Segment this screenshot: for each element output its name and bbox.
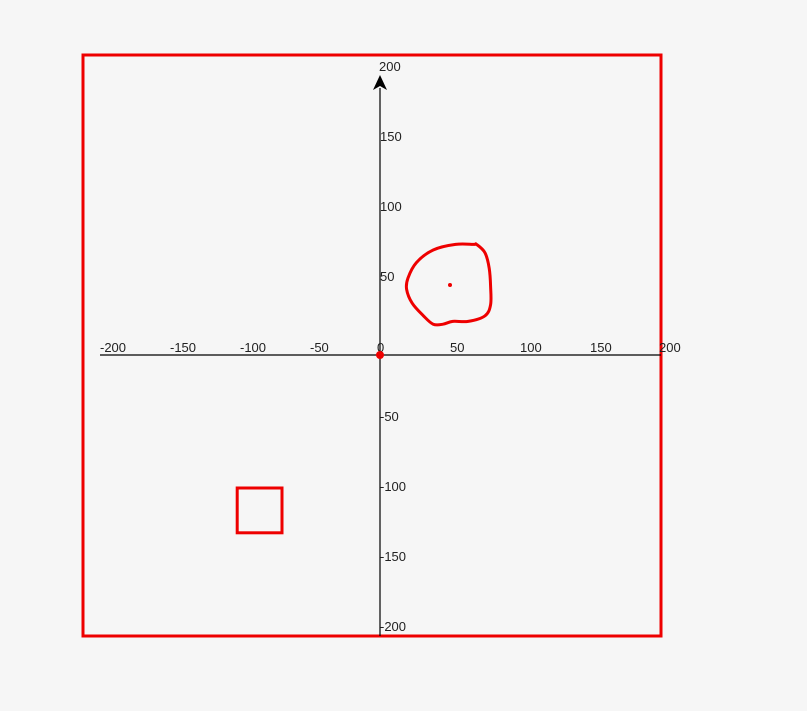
x-tick-label: -100 [240,340,266,355]
y-tick-label: -150 [380,549,406,564]
coordinate-canvas: -200 -150 -100 -50 0 50 100 150 200 200 … [81,53,681,638]
x-tick-label: 50 [450,340,464,355]
y-tick-label: -50 [380,409,399,424]
y-tick-label: -200 [380,619,406,634]
y-tick-label: 200 [379,59,401,74]
y-tick-label: 150 [380,129,402,144]
x-tick-label: -200 [100,340,126,355]
curve-center-point[interactable] [448,283,452,287]
square-shape[interactable] [235,486,284,535]
x-tick-label: 150 [590,340,612,355]
x-tick-label: -150 [170,340,196,355]
x-tick-label: -50 [310,340,329,355]
y-tick-label: 50 [380,269,394,284]
y-tick-label: 100 [380,199,402,214]
x-axis-tick-labels: -200 -150 -100 -50 0 50 100 150 200 [100,340,681,355]
x-tick-label: 100 [520,340,542,355]
y-tick-label: -100 [380,479,406,494]
x-tick-label: 200 [659,340,681,355]
y-axis-arrow-icon [373,75,387,90]
origin-point[interactable] [376,351,384,359]
